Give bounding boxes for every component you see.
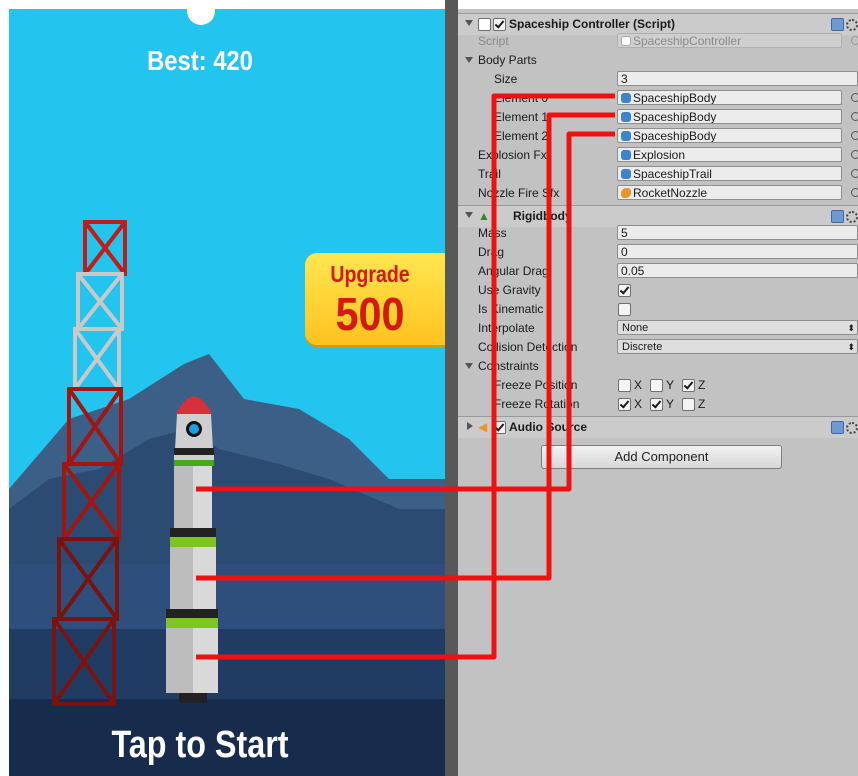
freeze-rotation-row: Freeze Rotation X Y Z: [494, 397, 706, 411]
audio-source-enabled-checkbox[interactable]: [493, 421, 506, 434]
explosion-row: Explosion Fx Explosion: [458, 146, 858, 165]
prefab-cube-icon: [621, 169, 631, 179]
script-enabled-checkbox[interactable]: [493, 18, 506, 31]
use-gravity-checkbox[interactable]: [618, 284, 631, 297]
picker-icon: [851, 36, 858, 45]
gear-icon[interactable]: [846, 19, 858, 31]
foldout-arrow-icon[interactable]: [465, 20, 473, 26]
element-2-field[interactable]: SpaceshipBody: [617, 128, 842, 143]
help-icon[interactable]: [831, 18, 844, 31]
picker-icon[interactable]: [851, 150, 858, 159]
game-view[interactable]: Best: 420 Upgrade 500 Tap to Start: [9, 9, 445, 776]
element-0-field[interactable]: SpaceshipBody: [617, 90, 842, 105]
script-field: SpaceshipController: [617, 33, 842, 48]
element-row: Element 2 SpaceshipBody: [458, 127, 858, 146]
rigidbody-icon: ▲: [478, 209, 490, 223]
angular-drag-row: Angular Drag 0.05: [458, 262, 858, 281]
angular-drag-field[interactable]: 0.05: [617, 263, 858, 278]
mass-field[interactable]: 5: [617, 225, 858, 240]
script-icon: [478, 18, 491, 31]
foldout-arrow-icon[interactable]: [465, 212, 473, 218]
tap-to-start[interactable]: Tap to Start: [38, 724, 363, 767]
picker-icon[interactable]: [851, 188, 858, 197]
prefab-cube-icon: [621, 93, 631, 103]
gear-icon[interactable]: [846, 211, 858, 223]
upgrade-button[interactable]: Upgrade 500: [305, 253, 445, 345]
freeze-rotation-y-checkbox[interactable]: [650, 398, 663, 411]
prefab-cube-icon: [621, 150, 631, 160]
explosion-field[interactable]: Explosion: [617, 147, 842, 162]
freeze-position-row: Freeze Position X Y Z: [494, 378, 706, 392]
script-component-title: Spaceship Controller (Script): [509, 17, 676, 31]
prefab-cube-icon: [621, 112, 631, 122]
element-row: Element 1 SpaceshipBody: [458, 108, 858, 127]
element-1-field[interactable]: SpaceshipBody: [617, 109, 842, 124]
trail-row: Trail SpaceshipTrail: [458, 165, 858, 184]
upgrade-price: 500: [335, 288, 405, 340]
trail-field[interactable]: SpaceshipTrail: [617, 166, 842, 181]
body-parts-foldout[interactable]: Body Parts: [458, 51, 858, 70]
interpolate-row: Interpolate None: [458, 319, 858, 338]
speaker-icon: ◀: [478, 420, 488, 434]
use-gravity-row: Use Gravity: [458, 281, 858, 300]
freeze-rotation-z-checkbox[interactable]: [682, 398, 695, 411]
script-file-icon: [621, 36, 631, 46]
help-icon[interactable]: [831, 421, 844, 434]
picker-icon[interactable]: [851, 112, 858, 121]
freeze-rotation-x-checkbox[interactable]: [618, 398, 631, 411]
foldout-arrow-icon[interactable]: [465, 363, 473, 369]
interpolate-dropdown[interactable]: None: [617, 320, 858, 335]
rigidbody-title: Rigidbody: [513, 209, 572, 223]
audio-source-title: Audio Source: [509, 420, 588, 434]
script-row: Script SpaceshipController: [458, 32, 858, 51]
freeze-position-y-checkbox[interactable]: [650, 379, 663, 392]
inspector-panel: Spaceship Controller (Script) Script Spa…: [458, 9, 858, 776]
picker-icon[interactable]: [851, 131, 858, 140]
upgrade-label: Upgrade: [330, 261, 410, 287]
collision-detection-dropdown[interactable]: Discrete: [617, 339, 858, 354]
collision-row: Collision Detection Discrete: [458, 338, 858, 357]
best-score: Best: 420: [147, 45, 253, 76]
help-icon[interactable]: [831, 210, 844, 223]
panel-divider[interactable]: [445, 0, 458, 776]
is-kinematic-checkbox[interactable]: [618, 303, 631, 316]
picker-icon[interactable]: [851, 93, 858, 102]
game-scene: [9, 220, 445, 776]
gear-icon[interactable]: [846, 422, 858, 434]
foldout-arrow-icon[interactable]: [467, 422, 473, 430]
freeze-position-z-checkbox[interactable]: [682, 379, 695, 392]
mass-row: Mass 5: [458, 224, 858, 243]
drag-row: Drag 0: [458, 243, 858, 262]
nozzle-field[interactable]: RocketNozzle: [617, 185, 842, 200]
foldout-arrow-icon[interactable]: [465, 57, 473, 63]
constraints-foldout[interactable]: Constraints: [458, 357, 858, 376]
size-field[interactable]: 3: [617, 71, 858, 86]
element-row: Element 0 SpaceshipBody: [458, 89, 858, 108]
picker-icon[interactable]: [851, 169, 858, 178]
freeze-position-x-checkbox[interactable]: [618, 379, 631, 392]
size-row: Size 3: [458, 70, 858, 89]
audio-clip-icon: [621, 188, 631, 198]
is-kinematic-row: Is Kinematic: [458, 300, 858, 319]
audio-source-header[interactable]: ◀ Audio Source: [458, 416, 858, 438]
nozzle-row: Nozzle Fire Sfx RocketNozzle: [458, 184, 858, 203]
add-component-button[interactable]: Add Component: [541, 445, 782, 469]
prefab-cube-icon: [621, 131, 631, 141]
drag-field[interactable]: 0: [617, 244, 858, 259]
